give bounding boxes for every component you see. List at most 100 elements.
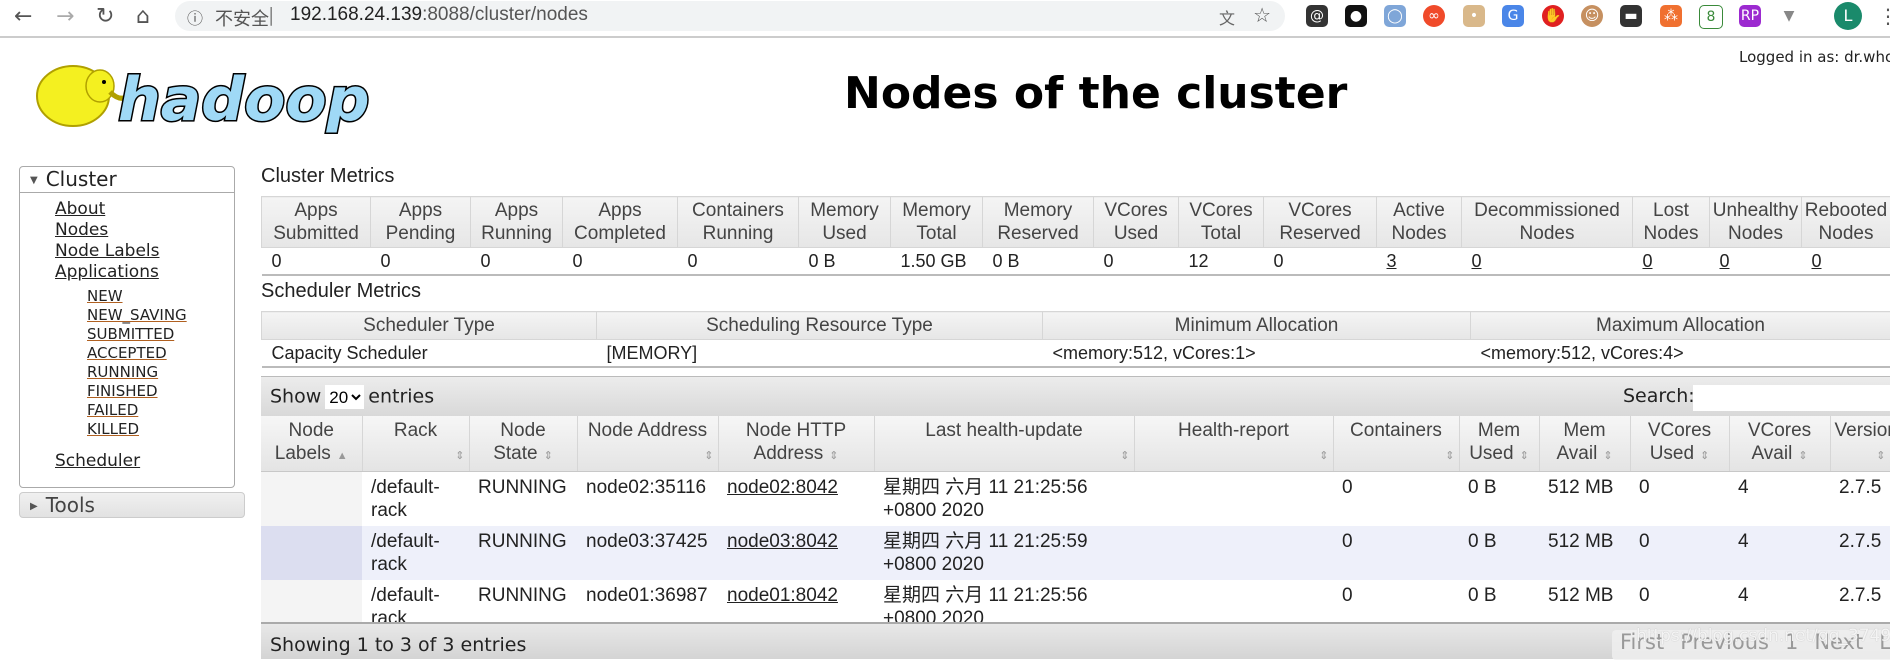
watermark: https://blog.csdn.net/qq_37495786 bbox=[1636, 626, 1890, 646]
extension-icon-google-translate[interactable]: G bbox=[1502, 5, 1524, 27]
header-line: Running bbox=[473, 222, 560, 245]
sort-icon[interactable]: ⇕ bbox=[1445, 450, 1454, 462]
sidebar-link-accepted[interactable]: ACCEPTED bbox=[87, 344, 167, 362]
sort-icon[interactable]: ⇕ bbox=[1120, 450, 1129, 462]
cell-vcores-used: 0 bbox=[1630, 472, 1729, 527]
sort-icon[interactable]: ⇕ bbox=[1603, 450, 1612, 462]
sort-icon[interactable]: ⇕ bbox=[1876, 450, 1885, 462]
sort-icon[interactable]: ⇕ bbox=[1319, 450, 1328, 462]
back-icon[interactable]: ← bbox=[14, 3, 32, 31]
column-header-vcores-avail[interactable]: VCoresAvail⇕ bbox=[1729, 416, 1830, 472]
cell-node-state: RUNNING bbox=[469, 472, 577, 527]
sidebar-link-new-saving[interactable]: NEW_SAVING bbox=[87, 306, 187, 324]
cluster-metric-link[interactable]: 0 bbox=[1720, 251, 1730, 271]
sort-asc-icon[interactable]: ▲ bbox=[337, 450, 348, 462]
extension-icon-link[interactable]: @ bbox=[1306, 5, 1328, 27]
bookmark-star-icon[interactable]: ☆ bbox=[1253, 3, 1271, 27]
sort-icon[interactable]: ⇕ bbox=[704, 450, 713, 462]
scheduler-max-allocation-value: <memory:512, vCores:4> bbox=[1471, 340, 1890, 368]
column-header-node-address[interactable]: Node Address⇕ bbox=[577, 416, 718, 472]
extension-icon-binoculars[interactable]: ● bbox=[1345, 5, 1367, 27]
page-size-select[interactable]: 20 bbox=[325, 385, 364, 409]
column-header-version[interactable]: Version⇕ bbox=[1830, 416, 1890, 472]
sidebar-link-running[interactable]: RUNNING bbox=[87, 363, 158, 381]
sidebar-link-about[interactable]: About bbox=[55, 199, 105, 219]
sidebar-link-new[interactable]: NEW bbox=[87, 287, 123, 305]
sort-icon[interactable]: ⇕ bbox=[1520, 450, 1529, 462]
node-http-link[interactable]: node01:8042 bbox=[727, 585, 838, 606]
sort-icon[interactable]: ⇕ bbox=[1700, 450, 1709, 462]
cluster-metric-header: VCoresTotal bbox=[1179, 197, 1264, 248]
cluster-metric-link[interactable]: 0 bbox=[1812, 251, 1822, 271]
column-header-node-http-address[interactable]: Node HTTPAddress⇕ bbox=[718, 416, 874, 472]
sidebar-link-node-labels[interactable]: Node Labels bbox=[55, 241, 160, 261]
extension-icon-sitemap[interactable]: ⁂ bbox=[1660, 5, 1682, 27]
header-text: Avail bbox=[1556, 443, 1597, 464]
cell-mem-used: 0 B bbox=[1459, 526, 1539, 580]
node-http-link[interactable]: node02:8042 bbox=[727, 477, 838, 498]
column-header-node-state[interactable]: NodeState⇕ bbox=[469, 416, 577, 472]
cluster-metric-value: 0 bbox=[1094, 248, 1179, 276]
extension-icon-rp[interactable]: RP bbox=[1739, 5, 1761, 27]
translate-icon[interactable]: 文 bbox=[1219, 5, 1235, 29]
header-line: Containers bbox=[680, 199, 796, 222]
address-bar[interactable]: ⓘ 不安全 | 192.168.24.139:8088/cluster/node… bbox=[175, 1, 1285, 31]
sidebar-link-nodes[interactable]: Nodes bbox=[55, 220, 108, 240]
column-header-node-labels[interactable]: NodeLabels▲ bbox=[261, 416, 362, 472]
forward-icon[interactable]: → bbox=[56, 3, 74, 31]
cluster-metric-link[interactable]: 0 bbox=[1643, 251, 1653, 271]
scheduler-header-type: Scheduler Type bbox=[262, 312, 597, 340]
cluster-metric-header: ContainersRunning bbox=[678, 197, 799, 248]
menu-icon[interactable]: ⋮ bbox=[1878, 4, 1890, 28]
header-line: Unhealthy bbox=[1712, 199, 1799, 222]
header-line: Apps bbox=[373, 199, 468, 222]
entries-label: entries bbox=[368, 386, 434, 408]
cluster-metric-link[interactable]: 0 bbox=[1472, 251, 1482, 271]
cluster-metric-header: AppsSubmitted bbox=[262, 197, 371, 248]
column-header-rack[interactable]: Rack⇕ bbox=[362, 416, 469, 472]
extension-icon-infinity[interactable]: ∞ bbox=[1423, 5, 1445, 27]
extension-icon-face[interactable]: ☺ bbox=[1581, 5, 1603, 27]
sort-icon[interactable]: ⇕ bbox=[455, 450, 464, 462]
column-header-containers[interactable]: Containers⇕ bbox=[1333, 416, 1459, 472]
extension-icon-circle[interactable]: ◯ bbox=[1384, 5, 1406, 27]
sort-icon[interactable]: ⇕ bbox=[544, 450, 553, 462]
profile-avatar[interactable]: L bbox=[1834, 2, 1862, 30]
column-header-last-health-update[interactable]: Last health-update⇕ bbox=[874, 416, 1134, 472]
sidebar-tools-header[interactable]: ▶Tools bbox=[19, 492, 245, 518]
table-info: Showing 1 to 3 of 3 entries bbox=[270, 634, 526, 656]
hadoop-logo[interactable]: hadoop bbox=[18, 48, 393, 138]
extension-icon-stop[interactable]: ✋ bbox=[1542, 5, 1564, 27]
extension-icon-mask[interactable]: ▬ bbox=[1620, 5, 1642, 27]
search-input[interactable] bbox=[1693, 385, 1890, 411]
header-line: Apps bbox=[565, 199, 675, 222]
info-icon[interactable]: ⓘ bbox=[187, 5, 203, 29]
column-header-health-report[interactable]: Health-report⇕ bbox=[1134, 416, 1333, 472]
header-line: Mem bbox=[1544, 419, 1626, 442]
sidebar-cluster-header[interactable]: ▼Cluster bbox=[20, 167, 234, 193]
extension-icon-clipboard[interactable]: • bbox=[1463, 5, 1485, 27]
cluster-metric-link[interactable]: 3 bbox=[1387, 251, 1397, 271]
sort-icon[interactable]: ⇕ bbox=[829, 450, 838, 462]
reload-icon[interactable]: ↻ bbox=[96, 3, 114, 31]
sidebar-link-failed[interactable]: FAILED bbox=[87, 401, 138, 419]
extension-icon-search-person[interactable]: 8 bbox=[1699, 5, 1723, 29]
cluster-metric-header: RebootedNodes bbox=[1802, 197, 1890, 248]
extension-icon-vue[interactable]: ▼ bbox=[1778, 5, 1800, 27]
url-text[interactable]: 192.168.24.139:8088/cluster/nodes bbox=[290, 4, 588, 26]
sort-icon[interactable]: ⇕ bbox=[1798, 450, 1807, 462]
sidebar-link-scheduler[interactable]: Scheduler bbox=[55, 451, 140, 471]
sidebar-link-submitted[interactable]: SUBMITTED bbox=[87, 325, 174, 343]
node-http-link[interactable]: node03:8042 bbox=[727, 531, 838, 552]
cluster-metric-header: LostNodes bbox=[1633, 197, 1710, 248]
column-header-mem-used[interactable]: MemUsed⇕ bbox=[1459, 416, 1539, 472]
sidebar-link-applications[interactable]: Applications bbox=[55, 262, 159, 282]
sidebar-link-finished[interactable]: FINISHED bbox=[87, 382, 158, 400]
sidebar-link-killed[interactable]: KILLED bbox=[87, 420, 139, 438]
cluster-metric-header: DecommissionedNodes bbox=[1462, 197, 1633, 248]
home-icon[interactable]: ⌂ bbox=[136, 3, 150, 31]
column-header-vcores-used[interactable]: VCoresUsed⇕ bbox=[1630, 416, 1729, 472]
scheduler-resource-type-value: [MEMORY] bbox=[597, 340, 1043, 368]
column-header-mem-avail[interactable]: MemAvail ⇕ bbox=[1539, 416, 1630, 472]
cluster-metric-value: 1.50 GB bbox=[891, 248, 983, 276]
